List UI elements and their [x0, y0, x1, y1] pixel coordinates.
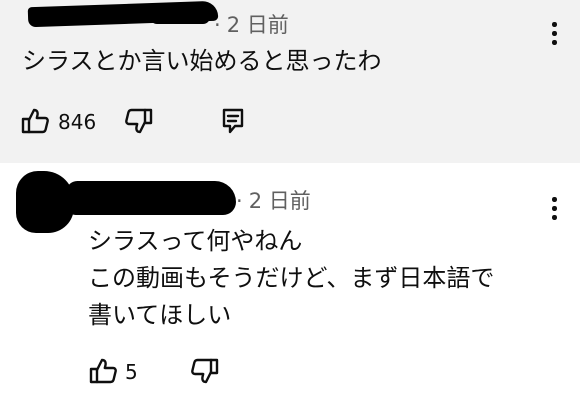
comment-text-line: シラスって何やねん [88, 227, 303, 255]
comment-meta: · 2 日前 [236, 185, 311, 215]
meta-separator: · [214, 13, 221, 37]
comment-highlighted: · 2 日前 シラスとか言い始めると思ったわ 846 [0, 0, 580, 163]
more-vert-icon[interactable] [544, 195, 564, 223]
comment-text-line: 書いてほしい [88, 301, 232, 329]
meta-separator: · [236, 189, 243, 213]
comment-timestamp: 2 日前 [226, 13, 289, 37]
more-vert-icon[interactable] [544, 20, 564, 48]
reply-icon[interactable] [218, 106, 248, 136]
comment-timestamp: 2 日前 [248, 189, 311, 213]
thumb-down-icon[interactable] [190, 356, 220, 386]
comment: · 2 日前 シラスって何やねん この動画もそうだけど、まず日本語で 書いてほしい… [0, 163, 580, 420]
thumb-up-icon[interactable] [88, 356, 118, 386]
like-count: 846 [58, 110, 97, 134]
like-count: 5 [125, 360, 138, 384]
thumb-up-icon[interactable] [20, 106, 50, 136]
thumb-down-icon[interactable] [124, 106, 154, 136]
comment-meta: · 2 日前 [214, 9, 289, 39]
redacted-author-name [66, 181, 236, 215]
redacted-author-name-tail [150, 10, 210, 24]
comment-text-line: この動画もそうだけど、まず日本語で [88, 264, 495, 292]
comment-text: シラスとか言い始めると思ったわ [22, 47, 382, 75]
